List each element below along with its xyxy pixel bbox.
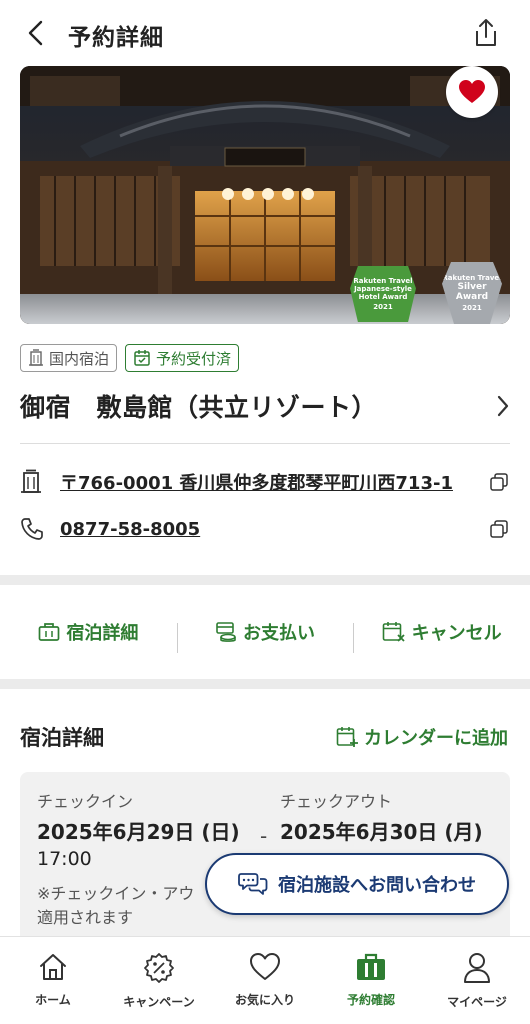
checkout-date: 2025年6月30日 (月) — [280, 820, 483, 844]
tab-label: マイページ — [447, 995, 507, 1009]
tab-favorites[interactable]: お気に入り — [212, 937, 318, 1024]
action-label: キャンセル — [411, 623, 502, 644]
checkout-label: チェックアウト — [280, 792, 393, 811]
share-button[interactable] — [470, 16, 502, 50]
heart-icon — [250, 953, 280, 980]
award-line: Hotel Award — [358, 293, 408, 301]
award-badge-japanese-style: Rakuten Travel Japanese-style Hotel Awar… — [350, 266, 416, 322]
chevron-right-icon — [497, 395, 509, 417]
reservation-bag-icon — [357, 953, 385, 980]
copy-icon[interactable] — [490, 473, 508, 491]
calendar-plus-icon — [336, 727, 358, 747]
contact-button-label: 宿泊施設へお問い合わせ — [278, 875, 476, 896]
hotel-name-link[interactable]: 御宿 敷島館（共立リゾート） — [20, 386, 510, 426]
hotel-photo[interactable]: Rakuten Travel Japanese-style Hotel Awar… — [20, 66, 510, 324]
award-line: Japanese-style — [354, 284, 412, 293]
chevron-left-icon — [28, 20, 43, 46]
award-year: 2021 — [373, 303, 393, 312]
add-calendar-label: カレンダーに追加 — [364, 728, 508, 749]
building-icon — [29, 349, 43, 366]
calendar-check-icon — [134, 350, 150, 366]
action-label: お支払い — [243, 623, 315, 644]
back-button[interactable] — [20, 17, 52, 49]
tab-home[interactable]: ホーム — [0, 937, 106, 1024]
award-line: Silver — [457, 281, 487, 292]
add-to-calendar-button[interactable]: カレンダーに追加 — [336, 724, 508, 750]
contact-hotel-button[interactable]: 宿泊施設へお問い合わせ — [205, 853, 509, 915]
phone-icon — [21, 518, 43, 540]
bottom-tab-bar: ホーム キャンペーン お気に入り 予約確認 マイページ — [0, 936, 530, 1024]
phone-row: 0877-58-8005 — [20, 512, 510, 546]
checkin-date: 2025年6月29日 (日) — [37, 820, 240, 844]
favorite-button[interactable] — [446, 66, 498, 118]
section-separator — [0, 679, 530, 689]
tab-label: お気に入り — [234, 993, 295, 1007]
checkin-time: 17:00 — [37, 848, 92, 870]
section-separator — [0, 575, 530, 585]
hotel-name: 御宿 敷島館（共立リゾート） — [20, 393, 378, 422]
reservation-actions: 宿泊詳細 お支払い キャンセル — [0, 585, 530, 679]
tag-list: 国内宿泊 予約受付済 — [20, 344, 240, 372]
tab-mypage[interactable]: マイページ — [424, 937, 530, 1024]
award-line: Rakuten Travel — [442, 273, 502, 282]
cancel-reservation-button[interactable]: キャンセル — [353, 619, 530, 653]
tab-label: キャンペーン — [123, 995, 195, 1009]
phone-link[interactable]: 0877-58-8005 — [60, 519, 200, 540]
divider — [20, 443, 510, 444]
home-icon — [40, 954, 66, 980]
tab-reservations[interactable]: 予約確認 — [318, 937, 424, 1024]
award-line: Award — [455, 292, 489, 302]
award-line: Rakuten Travel — [353, 276, 413, 285]
tag-reservation-status: 予約受付済 — [125, 344, 240, 372]
ryokan-facade-image — [20, 66, 510, 324]
share-icon — [476, 19, 496, 46]
tag-domestic-stay: 国内宿泊 — [20, 344, 118, 372]
tab-campaign[interactable]: キャンペーン — [106, 937, 212, 1024]
tab-label: 予約確認 — [346, 993, 395, 1007]
address-row: 〒766-0001 香川県仲多度郡琴平町川西713-1 — [20, 465, 510, 499]
action-label: 宿泊詳細 — [66, 623, 139, 644]
payment-button[interactable]: お支払い — [176, 619, 354, 653]
page-title: 予約詳細 — [68, 25, 164, 51]
stay-details-button[interactable]: 宿泊詳細 — [0, 619, 177, 645]
app-header: 予約詳細 — [0, 0, 530, 66]
payment-icon — [216, 622, 236, 642]
checkin-label: チェックイン — [37, 792, 134, 811]
award-year: 2021 — [462, 304, 482, 313]
address-link[interactable]: 〒766-0001 香川県仲多度郡琴平町川西713-1 — [60, 469, 453, 495]
briefcase-icon — [38, 623, 60, 641]
tag-label: 国内宿泊 — [49, 349, 110, 368]
copy-icon[interactable] — [490, 520, 508, 538]
date-separator: - — [260, 824, 268, 848]
calendar-x-icon — [382, 622, 405, 642]
building-icon — [21, 469, 41, 493]
tag-label: 予約受付済 — [156, 349, 232, 368]
campaign-percent-icon — [144, 953, 174, 983]
person-icon — [464, 953, 490, 983]
heart-filled-icon — [459, 80, 485, 103]
section-title: 宿泊詳細 — [20, 726, 104, 750]
chat-bubbles-icon — [238, 873, 268, 895]
tab-label: ホーム — [35, 993, 71, 1007]
